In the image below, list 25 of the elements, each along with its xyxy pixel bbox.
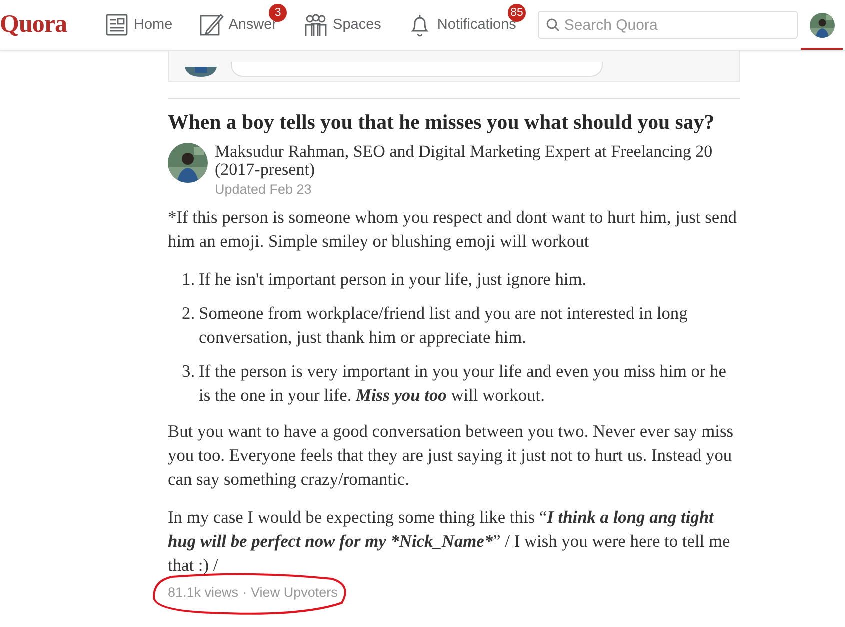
people-icon (303, 12, 330, 38)
answer-paragraph: In my case I would be expecting some thing like this “I think a long ang tight hug will be perfect now for my *Nick_Name*” / I wish you were here to tell me that :) / (168, 506, 732, 577)
newspaper-icon (104, 12, 130, 38)
search-icon (546, 18, 560, 32)
answer-paragraph: *If this person is someone whom you respect and dont want to hurt him, just send him an emoji. Simple smiley or blushing emoji will workout (168, 206, 738, 253)
nav-item[interactable]: Spaces (303, 12, 382, 38)
quora-logo[interactable]: Quora (0, 11, 104, 39)
pencil-icon (198, 12, 225, 38)
list-number: 3. (182, 360, 196, 383)
updated-date: Updated Feb 23 (215, 182, 313, 197)
view-count: 81.1k views (168, 585, 239, 600)
separator-dot: · (242, 585, 248, 600)
count-badge: 85 (508, 4, 526, 22)
nav-item[interactable]: Home (104, 12, 173, 38)
author-credential[interactable]: Maksudur Rahman, SEO and Digital Marketing Expert at Freelancing 20 (2017-present) (215, 143, 740, 179)
count-badge: 3 (269, 4, 288, 22)
answer-paragraph: But you want to have a good conversation between you two. Never ever say miss you too. Everyone feels that they are just saying it just not to hurt us. Instead you can say something crazy/romantic. (168, 420, 735, 491)
question-title[interactable]: When a boy tells you that he misses you what should you say? (168, 111, 740, 135)
list-number: 1. (182, 268, 196, 291)
list-item-text: If the person is very important in you your life and even you miss him or he is the one in your life. Miss you too will workout. (199, 360, 728, 407)
list-item-text: If he isn't important person in your life, just ignore him. (199, 268, 587, 291)
list-item-text: Someone from workplace/friend list and you are not interested in long conversation, just thank him or appreciate him. (199, 302, 689, 349)
search-field[interactable]: Search Quora (538, 11, 798, 39)
comment-field[interactable] (231, 62, 603, 77)
list-number: 2. (182, 302, 196, 325)
